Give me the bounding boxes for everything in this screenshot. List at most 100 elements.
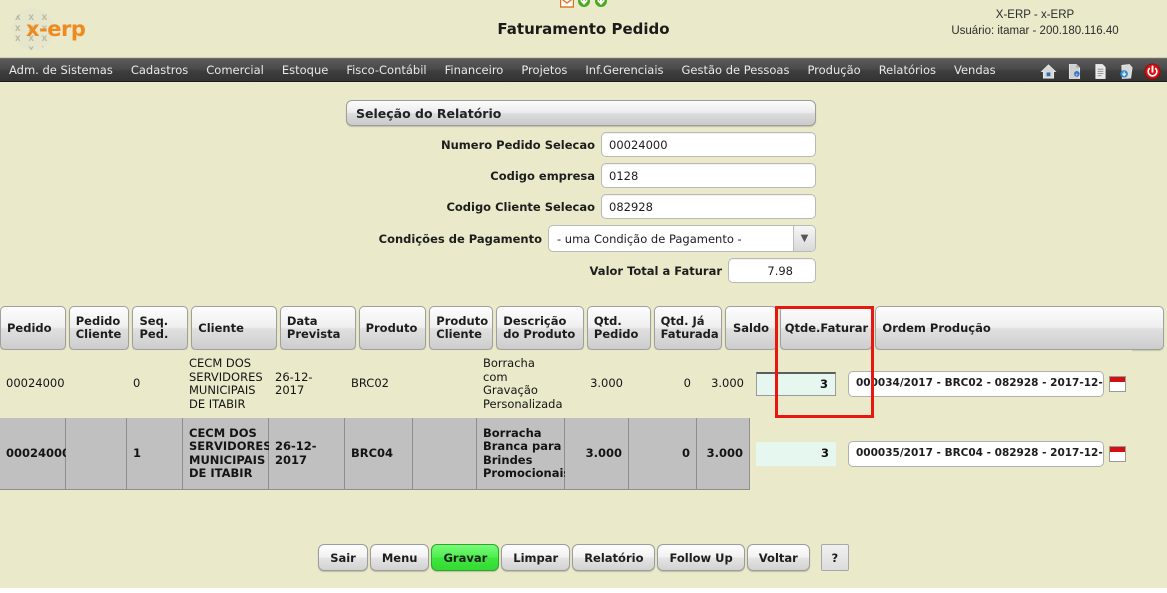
label-numero-pedido-selecao: Numero Pedido Selecao <box>440 137 595 152</box>
report-selection-form: Seleção do Relatório Numero Pedido Selec… <box>346 100 816 283</box>
download-arrow-icon <box>594 0 607 7</box>
gravar-button[interactable]: Gravar <box>431 544 500 571</box>
limpar-button[interactable]: Limpar <box>501 544 571 571</box>
table-header-row: Pedido Pedido Cliente Seq. Ped. Cliente … <box>0 306 1167 350</box>
menu-item-comercial[interactable]: Comercial <box>197 59 273 81</box>
calendar-icon[interactable] <box>1109 376 1126 392</box>
cell-produto-cliente <box>413 418 477 490</box>
column-header-saldo[interactable]: Saldo <box>724 306 778 350</box>
relatorio-button[interactable]: Relatório <box>572 544 656 571</box>
page-header: x x x x x x x x x x x x x-erp Faturament… <box>0 0 1167 58</box>
input-valor-total-a-faturar[interactable]: 7.98 <box>728 258 816 283</box>
menu-item-producao[interactable]: Produção <box>798 59 869 81</box>
window-bottom-edge <box>0 588 1167 593</box>
cell-qtde-faturar: 3 <box>750 350 842 418</box>
input-codigo-empresa[interactable]: 0128 <box>601 163 816 188</box>
select-condicoes-de-pagamento[interactable]: - uma Condição de Pagamento - ▼ <box>548 225 816 252</box>
column-header-pedido-cliente[interactable]: Pedido Cliente <box>68 306 130 350</box>
cell-produto: BRC02 <box>345 350 413 418</box>
column-header-qtde-faturar[interactable]: Qtde.Faturar <box>780 306 873 350</box>
user-session-info: Usuário: itamar - 200.180.116.40 <box>951 25 1119 37</box>
main-menu-bar: Adm. de Sistemas Cadastros Comercial Est… <box>0 58 1167 82</box>
menu-item-inf-gerenciais[interactable]: Inf.Gerenciais <box>576 59 672 81</box>
document-search-icon[interactable] <box>1118 63 1135 80</box>
form-row-codigo-empresa: Codigo empresa 0128 <box>346 163 816 188</box>
menu-item-vendas[interactable]: Vendas <box>945 59 1005 81</box>
cell-saldo: 3.000 <box>697 350 750 418</box>
menu-item-projetos[interactable]: Projetos <box>512 59 576 81</box>
cell-pedido: 00024000 <box>0 418 70 490</box>
menu-item-financeiro[interactable]: Financeiro <box>436 59 513 81</box>
menu-item-gestao-de-pessoas[interactable]: Gestão de Pessoas <box>673 59 799 81</box>
sair-button[interactable]: Sair <box>318 544 368 571</box>
input-numero-pedido-selecao[interactable]: 00024000 <box>601 132 816 157</box>
column-header-pedido[interactable]: Pedido <box>0 306 66 350</box>
column-header-produto-cliente[interactable]: Produto Cliente <box>429 306 494 350</box>
select-ordem-producao-value: 000034/2017 - BRC02 - 082928 - 2017-12-2… <box>856 377 1103 390</box>
table-row[interactable]: 00024000 0 CECM DOS SERVIDORES MUNICIPAI… <box>0 350 1167 418</box>
cell-data-prevista: 26-12-2017 <box>269 418 345 490</box>
document-icon[interactable] <box>1092 63 1109 80</box>
menu-button[interactable]: Menu <box>369 544 430 571</box>
input-qtde-faturar[interactable]: 3 <box>756 372 836 396</box>
cell-qtd-pedido: 3.000 <box>565 418 629 490</box>
new-document-icon[interactable]: + <box>1066 63 1083 80</box>
cell-data-prevista: 26-12-2017 <box>269 350 345 418</box>
download-arrow-icon <box>577 0 590 7</box>
select-condicoes-value: - uma Condição de Pagamento - <box>557 231 742 246</box>
form-row-numero-pedido: Numero Pedido Selecao 00024000 <box>346 132 816 157</box>
menu-tool-icons: + <box>1040 59 1161 83</box>
cell-seq-ped: 0 <box>127 350 183 418</box>
action-button-bar: Sair Menu Gravar Limpar Relatório Follow… <box>0 544 1167 571</box>
voltar-button[interactable]: Voltar <box>746 544 810 571</box>
cell-pedido: 00024000 <box>0 350 66 418</box>
mail-icon <box>559 0 574 8</box>
menu-item-adm-de-sistemas[interactable]: Adm. de Sistemas <box>0 59 122 81</box>
help-button[interactable]: ? <box>820 544 849 571</box>
cell-qtd-ja-faturada: 0 <box>629 418 697 490</box>
power-off-icon[interactable] <box>1144 62 1161 80</box>
cell-cliente: CECM DOS SERVIDORES MUNICIPAIS DE ITABIR <box>183 418 272 490</box>
column-header-produto[interactable]: Produto <box>358 306 427 350</box>
form-row-valor-total: Valor Total a Faturar 7.98 <box>346 258 816 283</box>
table-row[interactable]: 00024000 1 CECM DOS SERVIDORES MUNICIPAI… <box>0 418 1167 490</box>
input-codigo-cliente-selecao[interactable]: 082928 <box>601 194 816 219</box>
select-ordem-producao[interactable]: 000035/2017 - BRC04 - 082928 - 2017-12-2… <box>848 441 1104 467</box>
column-header-descricao-produto[interactable]: Descrição do Produto <box>496 306 584 350</box>
cell-ordem-producao: 000034/2017 - BRC02 - 082928 - 2017-12-2… <box>842 350 1132 418</box>
erp-application-window: x x x x x x x x x x x x x-erp Faturament… <box>0 0 1167 593</box>
column-header-qtd-ja-faturada[interactable]: Qtd. Já Faturada <box>653 306 722 350</box>
home-icon[interactable] <box>1040 63 1057 80</box>
cell-qtde-faturar: 3 <box>750 418 842 490</box>
menu-item-relatorios[interactable]: Relatórios <box>870 59 945 81</box>
column-header-ordem-producao[interactable]: Ordem Produção <box>875 306 1164 350</box>
column-header-cliente[interactable]: Cliente <box>191 306 277 350</box>
user-info-block: X-ERP - x-ERP Usuário: itamar - 200.180.… <box>915 7 1155 39</box>
menu-item-cadastros[interactable]: Cadastros <box>122 59 197 81</box>
label-codigo-cliente-selecao: Codigo Cliente Selecao <box>446 199 595 214</box>
label-codigo-empresa: Codigo empresa <box>490 168 595 183</box>
follow-up-button[interactable]: Follow Up <box>657 544 745 571</box>
cell-pedido-cliente <box>66 418 127 490</box>
cell-produto: BRC04 <box>345 418 413 490</box>
chevron-down-icon[interactable]: ▼ <box>793 226 815 251</box>
cell-descricao-produto: Borracha com Gravação Personalizada <box>477 350 565 418</box>
select-ordem-producao[interactable]: 000034/2017 - BRC02 - 082928 - 2017-12-2… <box>848 371 1104 397</box>
cell-descricao-produto: Borracha Branca para Brindes Promocionai… <box>477 418 570 490</box>
form-row-codigo-cliente: Codigo Cliente Selecao 082928 <box>346 194 816 219</box>
calendar-icon[interactable] <box>1109 446 1126 462</box>
menu-item-fisco-contabil[interactable]: Fisco-Contábil <box>337 59 435 81</box>
cell-saldo: 3.000 <box>697 418 750 490</box>
cell-cliente: CECM DOS SERVIDORES MUNICIPAIS DE ITABIR <box>183 350 269 418</box>
cell-seq-ped: 1 <box>127 418 183 490</box>
menu-item-estoque[interactable]: Estoque <box>273 59 337 81</box>
column-header-seq-ped[interactable]: Seq. Ped. <box>132 306 189 350</box>
cell-qtd-ja-faturada: 0 <box>629 350 697 418</box>
form-row-condicoes-pagamento: Condições de Pagamento - uma Condição de… <box>346 225 816 252</box>
column-header-qtd-pedido[interactable]: Qtd. Pedido <box>586 306 651 350</box>
column-header-data-prevista[interactable]: Data Prevista <box>279 306 356 350</box>
input-qtde-faturar[interactable]: 3 <box>756 442 836 466</box>
cell-qtd-pedido: 3.000 <box>565 350 629 418</box>
form-panel-title: Seleção do Relatório <box>346 100 816 126</box>
system-name: X-ERP - x-ERP <box>995 9 1075 21</box>
